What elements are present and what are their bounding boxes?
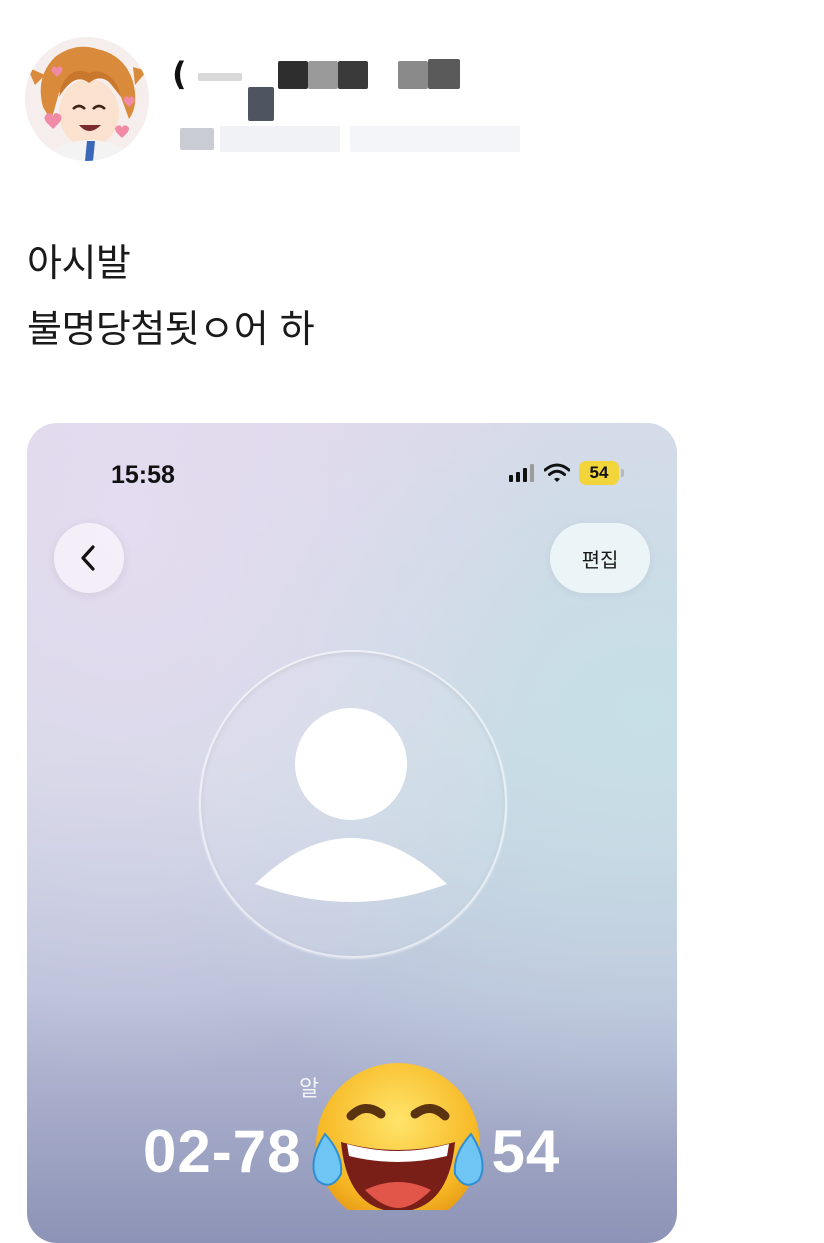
status-time: 15:58: [111, 461, 175, 489]
chevron-left-icon: [81, 545, 95, 571]
pixelated-handle: [180, 128, 214, 150]
wifi-icon: [544, 463, 570, 482]
contact-photo[interactable]: [199, 650, 507, 958]
pixelated-name: [338, 61, 368, 89]
phone-number-left: 02-78: [143, 1118, 302, 1185]
post-line: 아시발: [27, 241, 131, 285]
pixelated-name: [428, 59, 460, 89]
battery-icon: 54: [579, 461, 624, 485]
pixelated-name: [248, 87, 274, 121]
status-icons: 54: [509, 461, 624, 485]
person-placeholder-icon: [255, 708, 447, 902]
post-text: 아시발 불명당첨됫ㅇ어 하: [27, 230, 315, 362]
avatar-illustration: [25, 37, 149, 161]
pixelated-name: [308, 61, 338, 89]
signal-icon: [509, 464, 534, 482]
pixelated-name: [398, 61, 428, 89]
author-handle[interactable]: [180, 118, 540, 158]
pixelated-name: [278, 61, 308, 89]
pixelated-name: [198, 73, 242, 81]
author-avatar[interactable]: [25, 37, 149, 161]
pixelated-handle: [350, 126, 520, 152]
author-name[interactable]: (: [172, 55, 472, 121]
post-line: 불명당첨됫ㅇ어 하: [27, 307, 315, 351]
laughing-tears-emoji: [312, 1063, 484, 1210]
pixelated-handle: [220, 126, 340, 152]
edit-button[interactable]: 편집: [550, 523, 650, 593]
back-button[interactable]: [54, 523, 124, 593]
author-name-text: (: [172, 55, 187, 93]
phone-number-right: 54: [491, 1118, 561, 1185]
